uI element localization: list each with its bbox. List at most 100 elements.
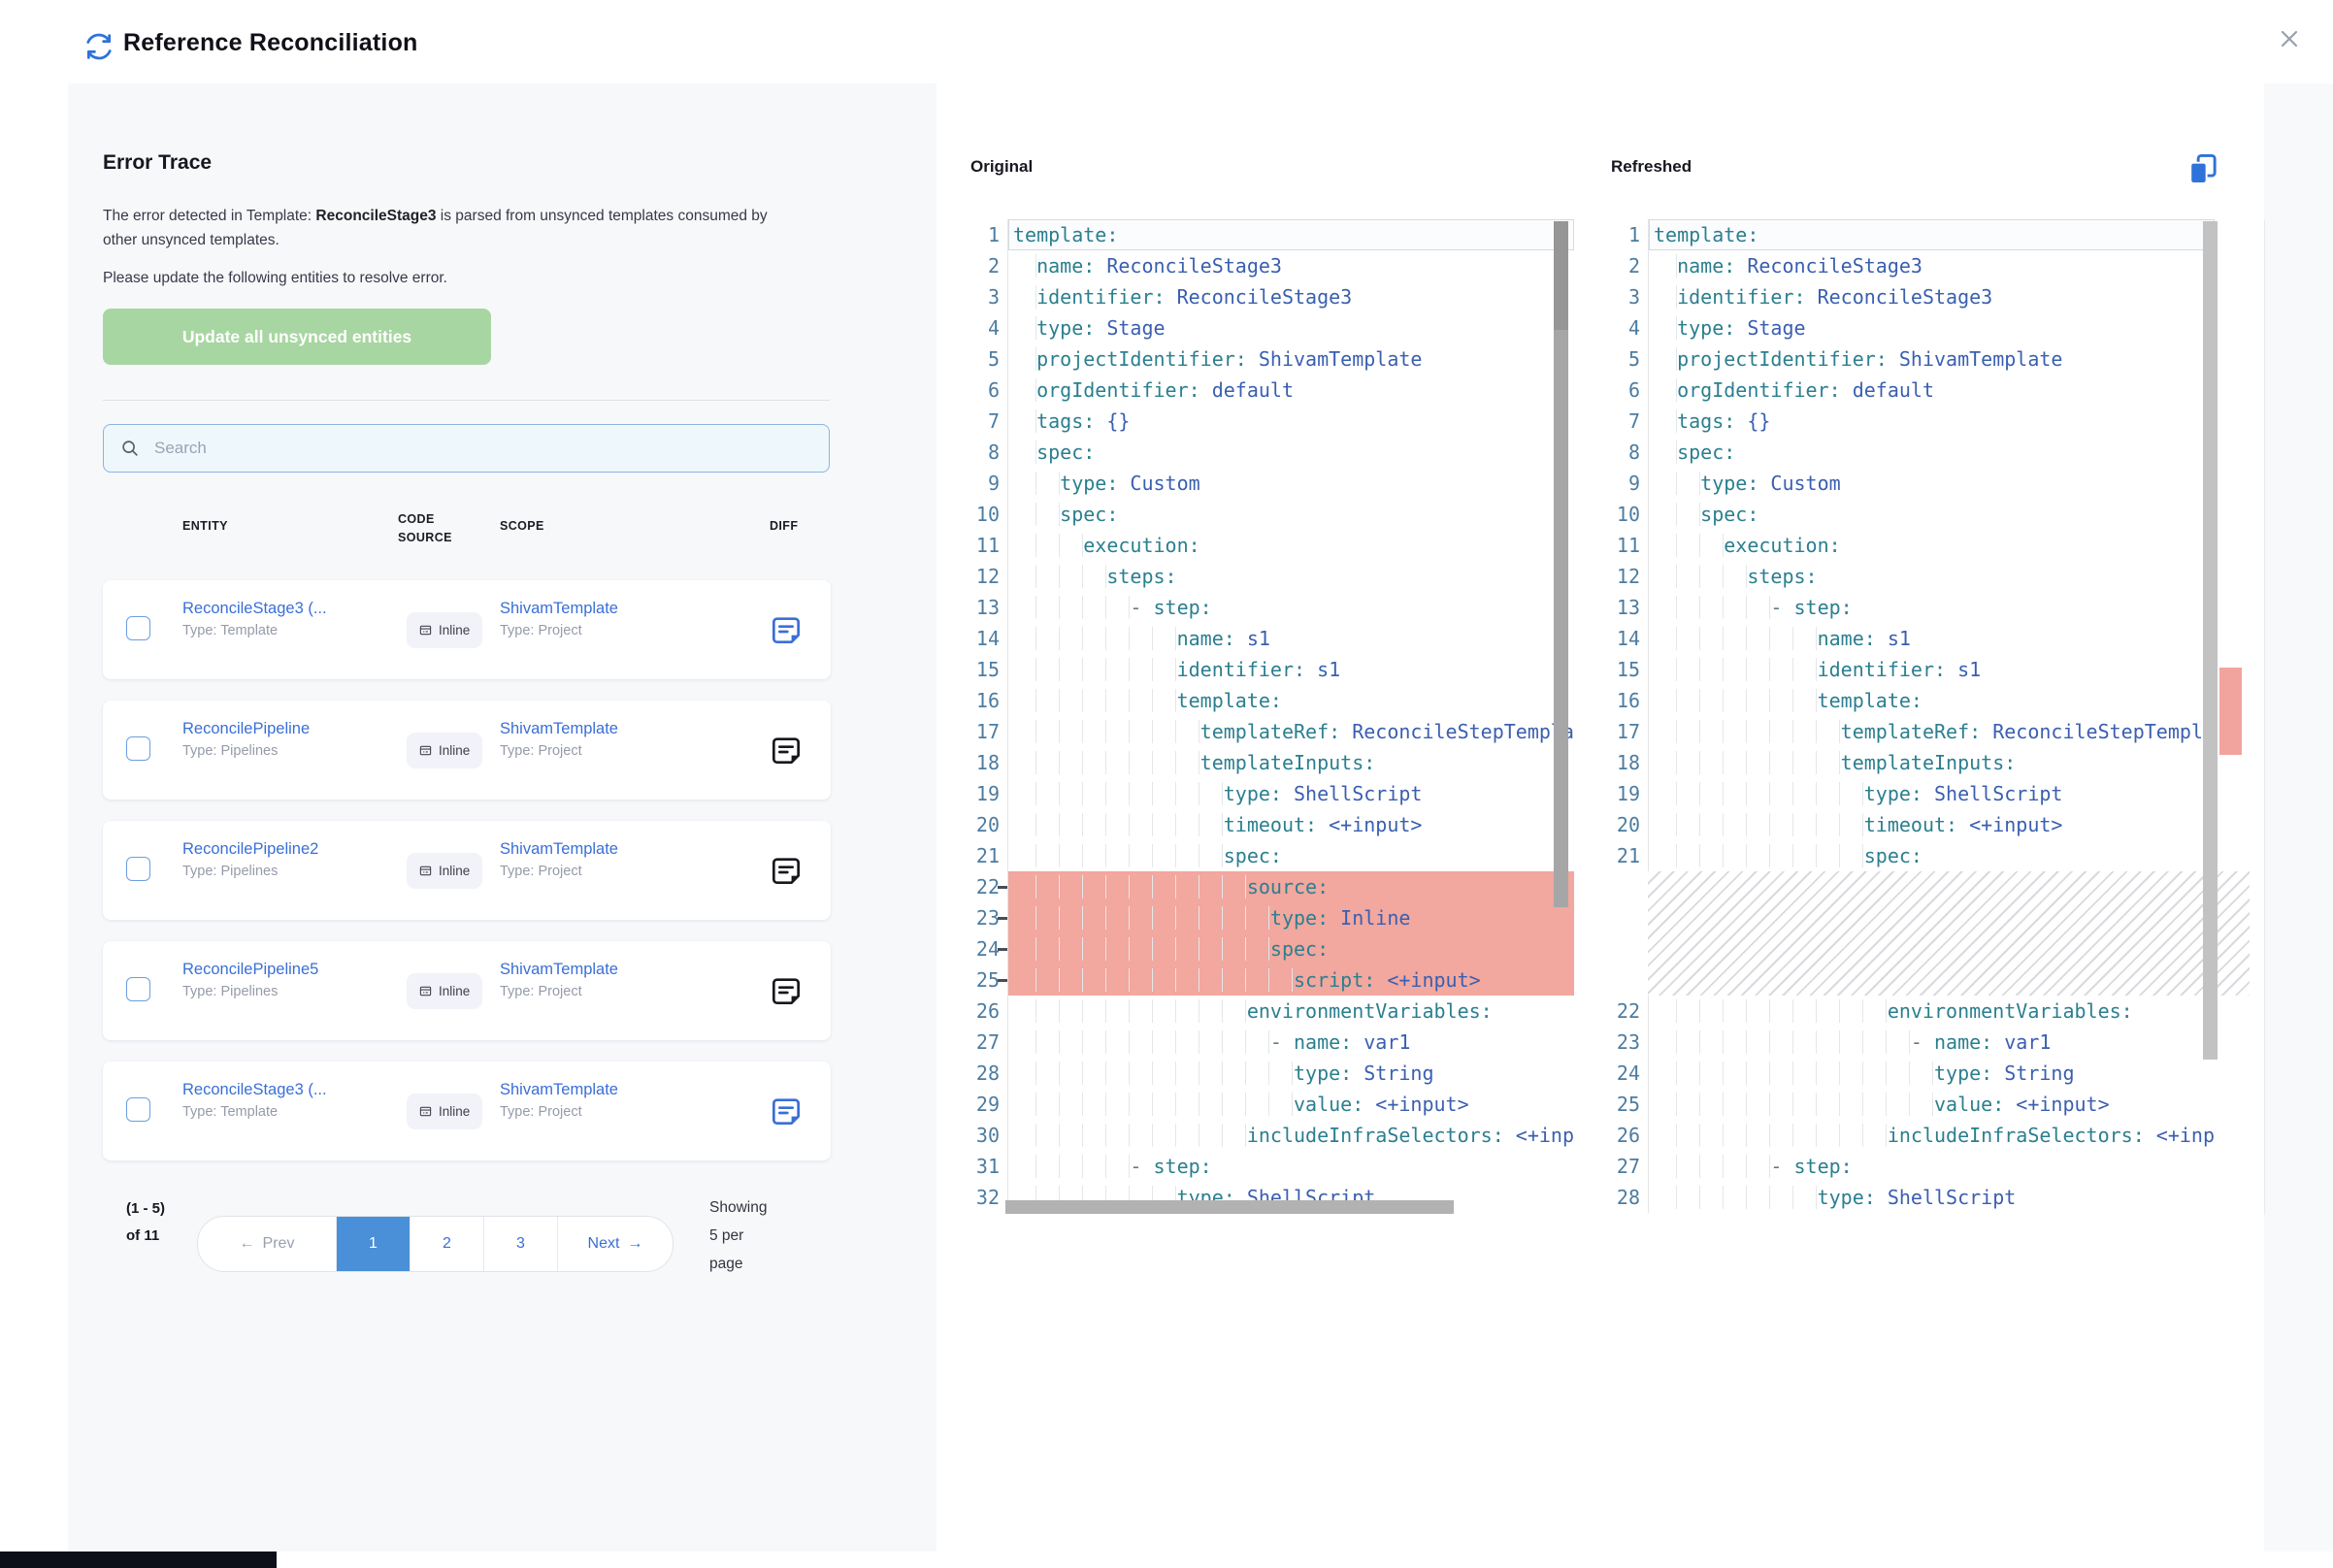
- code-line: 4 type: Stage: [1604, 312, 2264, 343]
- code-line: 2 name: ReconcileStage3: [964, 250, 1572, 281]
- code-line: 20 timeout: <+input>: [1604, 809, 2264, 840]
- scope-link[interactable]: ShivamTemplate: [500, 840, 618, 859]
- row-checkbox[interactable]: [126, 977, 150, 1001]
- line-number: 19: [964, 778, 1007, 809]
- line-number: 11: [964, 530, 1007, 561]
- row-checkbox[interactable]: [126, 616, 150, 640]
- code-line: 23 - name: var1: [1604, 1027, 2264, 1058]
- table-row[interactable]: ReconcilePipeline5Type: PipelinesInlineS…: [103, 941, 831, 1040]
- code-line: 22 environmentVariables:: [1604, 996, 2264, 1027]
- scope-link[interactable]: ShivamTemplate: [500, 720, 618, 738]
- code-line: 22 source:: [964, 871, 1572, 902]
- line-number: 20: [964, 809, 1007, 840]
- entity-link[interactable]: ReconcilePipeline5: [182, 961, 318, 979]
- code-source-badge: Inline: [407, 612, 482, 648]
- close-icon[interactable]: [2276, 25, 2303, 52]
- line-number: 6: [1604, 375, 1648, 406]
- line-number: 17: [964, 716, 1007, 747]
- code-source-label: Inline: [439, 984, 470, 998]
- template-name-bold: ReconcileStage3: [315, 208, 436, 224]
- line-number: 10: [964, 499, 1007, 530]
- table-row[interactable]: ReconcileStage3 (... Type: Template Inline…: [103, 580, 831, 679]
- entity-link[interactable]: ReconcileStage3 (...: [182, 600, 327, 618]
- entity-cell: ReconcilePipelineType: Pipelines: [182, 720, 310, 759]
- scope-type-label: Type: Project: [500, 984, 618, 999]
- inline-store-icon: [419, 1105, 432, 1118]
- column-header-scope: SCOPE: [500, 517, 544, 536]
- original-vertical-scrollbar-thumb[interactable]: [1554, 221, 1568, 330]
- row-checkbox[interactable]: [126, 1097, 150, 1122]
- error-trace-instruction: Please update the following entities to …: [103, 270, 788, 287]
- line-number: 21: [964, 840, 1007, 871]
- diff-refreshed-panel: 1template:2 name: ReconcileStage33 ident…: [1604, 219, 2265, 1215]
- row-checkbox[interactable]: [126, 857, 150, 881]
- diff-note-icon[interactable]: [771, 614, 802, 645]
- line-number: 1: [1604, 219, 1648, 250]
- table-row[interactable]: ReconcilePipeline2 Type: Pipelines Inline S…: [103, 821, 831, 920]
- scope-cell: ShivamTemplateType: Project: [500, 600, 618, 638]
- diff-note-icon[interactable]: [771, 1095, 802, 1127]
- code-line: 16 template:: [964, 685, 1572, 716]
- line-number: 14: [1604, 623, 1648, 654]
- code-line: 29 value: <+input>: [964, 1089, 1572, 1120]
- page-button-1[interactable]: 1: [336, 1217, 410, 1271]
- error-trace-heading: Error Trace: [103, 151, 212, 175]
- original-horizontal-scrollbar[interactable]: [1005, 1200, 1454, 1214]
- line-number: 2: [964, 250, 1007, 281]
- line-number: 30: [964, 1120, 1007, 1151]
- table-row[interactable]: ReconcilePipelineType: PipelinesInlineSh…: [103, 701, 831, 800]
- scope-link[interactable]: ShivamTemplate: [500, 600, 618, 618]
- diff-note-icon[interactable]: [771, 855, 802, 886]
- table-row[interactable]: ReconcileStage3 (...Type: Template Inline…: [103, 1062, 831, 1160]
- copy-icon[interactable]: [2187, 153, 2218, 186]
- code-source-label: Inline: [439, 864, 470, 878]
- refreshed-code-lines-bottom: 22 environmentVariables:23 - name: var1 2…: [1604, 996, 2264, 1213]
- entity-type-label: Type: Pipelines: [182, 864, 318, 879]
- prev-page-button[interactable]: ←Prev: [198, 1217, 336, 1271]
- code-source-badge: Inline: [407, 1094, 482, 1129]
- code-line: 27 - name: var1: [964, 1027, 1572, 1058]
- code-line: 21 spec:: [1604, 840, 2264, 871]
- code-line: 23 type: Inline: [964, 902, 1572, 933]
- code-line: 14 name: s1: [1604, 623, 2264, 654]
- next-page-button[interactable]: Next→: [557, 1217, 673, 1271]
- line-number: 3: [1604, 281, 1648, 312]
- diff-note-icon[interactable]: [771, 735, 802, 766]
- code-line: 11 execution:: [964, 530, 1572, 561]
- scope-link[interactable]: ShivamTemplate: [500, 961, 618, 979]
- search-input[interactable]: [152, 438, 829, 459]
- error-trace-description: The error detected in Template: Reconcil…: [103, 204, 788, 252]
- refreshed-vertical-scrollbar[interactable]: [2203, 221, 2218, 1060]
- page-button-3[interactable]: 3: [483, 1217, 557, 1271]
- original-panel-title: Original: [970, 157, 1033, 177]
- line-number: 13: [964, 592, 1007, 623]
- line-number: 6: [964, 375, 1007, 406]
- code-line: 17 templateRef: ReconcileStepTemplate: [964, 716, 1572, 747]
- code-line: 28 type: String: [964, 1058, 1572, 1089]
- entity-link[interactable]: ReconcilePipeline2: [182, 840, 318, 859]
- inline-store-icon: [419, 624, 432, 637]
- line-number: 15: [1604, 654, 1648, 685]
- row-checkbox[interactable]: [126, 736, 150, 761]
- code-line: 18 templateInputs:: [964, 747, 1572, 778]
- code-line: 12 steps:: [964, 561, 1572, 592]
- scope-type-label: Type: Project: [500, 864, 618, 879]
- line-number: 7: [964, 406, 1007, 437]
- inline-store-icon: [419, 744, 432, 757]
- code-source-badge: Inline: [407, 973, 482, 1009]
- scope-link[interactable]: ShivamTemplate: [500, 1081, 618, 1099]
- scope-cell: ShivamTemplate Type: Project: [500, 961, 618, 999]
- code-line: 10 spec:: [1604, 499, 2264, 530]
- update-all-unsynced-button[interactable]: Update all unsynced entities: [103, 309, 491, 365]
- entity-link[interactable]: ReconcileStage3 (...: [182, 1081, 327, 1099]
- line-number: 20: [1604, 809, 1648, 840]
- column-header-code-source: CODE SOURCE: [398, 510, 462, 547]
- page-button-2[interactable]: 2: [410, 1217, 483, 1271]
- entity-type-label: Type: Template: [182, 623, 327, 638]
- entity-cell: ReconcileStage3 (...Type: Template: [182, 1081, 327, 1120]
- entity-link[interactable]: ReconcilePipeline: [182, 720, 310, 738]
- line-number: 4: [964, 312, 1007, 343]
- code-line: 11 execution:: [1604, 530, 2264, 561]
- code-line: 26 includeInfraSelectors: <+input>: [1604, 1120, 2264, 1151]
- diff-note-icon[interactable]: [771, 975, 802, 1006]
